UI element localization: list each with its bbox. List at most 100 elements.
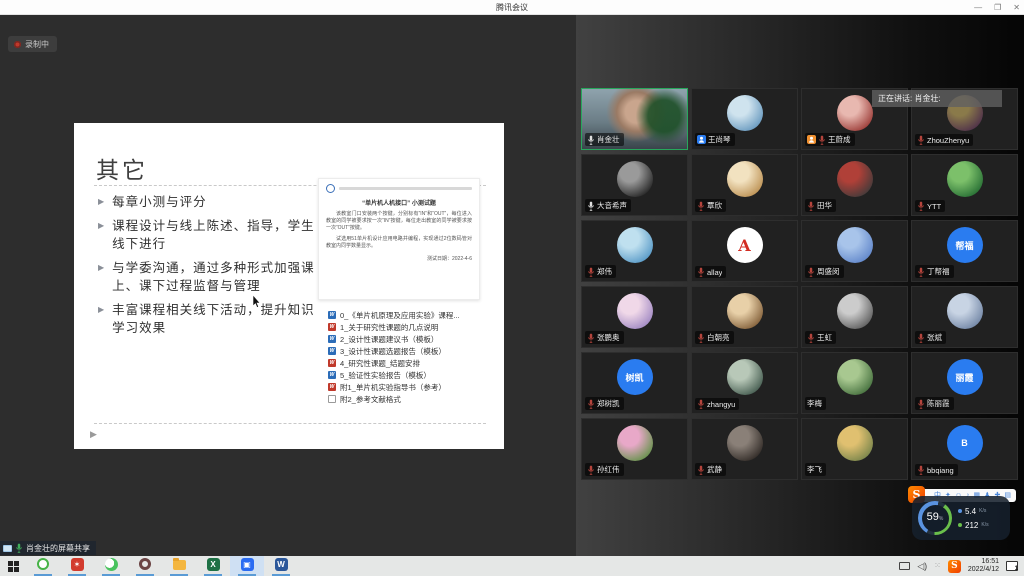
participant-tile[interactable]: 白朝亮 [691,286,798,348]
participant-tile[interactable]: 覃欣 [691,154,798,216]
participant-name: 周盛闵 [817,266,840,277]
play-triangle-icon: ▶ [90,429,97,440]
screen-share-status-bar[interactable]: 肖金壮的屏幕共享 [0,541,96,555]
bullet-triangle-icon: ▶ [98,259,105,295]
monitor-icon [3,545,12,552]
share-label-text: 肖金壮的屏幕共享 [26,543,90,554]
participant-tile[interactable]: Bbbqiang [911,418,1018,480]
tray-sogou-icon[interactable]: S [948,560,961,573]
browser-360-icon [37,558,49,570]
participant-tile[interactable]: 田华 [801,154,908,216]
avatar [837,359,873,395]
avatar [617,161,653,197]
meeting-body: 录制中 其它 ▶每章小测与评分▶课程设计与线上陈述、指导，学生线下进行▶与学委沟… [0,15,1024,556]
participant-name-bar: 李飞 [805,463,826,476]
participant-name: 李梅 [807,398,822,409]
participant-tile[interactable]: 帮福丁帮福 [911,220,1018,282]
participant-tile[interactable]: 张斌 [911,286,1018,348]
bullet-triangle-icon: ▶ [98,301,105,337]
participants-pane: 肖金壮 王尚琴 王蔚成 ZhouZhenyu 大音希声覃欣田华 YTT 郑伟Aallay 周盛… [576,15,1024,556]
avatar [837,227,873,263]
participant-name-bar: ZhouZhenyu [915,134,973,146]
browser-360-taskbar-button[interactable] [26,556,60,576]
avatar [727,293,763,329]
mic-icon [587,135,595,145]
upload-speed-row: 5.4 K/s [958,504,989,518]
participant-name-bar: 白朝亮 [695,331,734,344]
participant-name-bar: 陈丽霞 [915,397,954,410]
tray-speaker-icon[interactable]: ◁) [917,556,927,576]
participant-name-bar: 武静 [695,463,726,476]
participant-name: 张鹏奥 [597,332,620,343]
avatar: A [727,227,763,263]
windows-taskbar: ✶ X▣ W ◁) ⁙ S 16:51 2022/4/12 1 [0,556,1024,576]
start-button[interactable] [0,556,26,576]
mic-icon [818,135,826,145]
participant-name-bar: 郑树凯 [585,397,624,410]
participant-name: 王尚琴 [708,134,731,145]
minimize-button[interactable]: — [974,0,982,15]
participant-tile[interactable]: zhangyu [691,352,798,414]
excel-taskbar-button[interactable]: X [196,556,230,576]
notification-icon[interactable]: 1 [1006,561,1018,571]
tencent-meeting-taskbar-button[interactable]: ▣ [230,556,264,576]
participant-name: 田华 [817,200,832,211]
tray-monitor-icon[interactable] [899,562,910,570]
bullet-text: 每章小测与评分 [112,193,207,211]
download-speed-unit: K/s [981,522,988,528]
file-list-item: W5_验证性实验报告（模板） [328,369,504,381]
participant-tile[interactable]: 丽霞陈丽霞 [911,352,1018,414]
mic-icon [917,399,925,409]
tray-network-icon[interactable]: ⁙ [934,556,941,576]
network-speed-gauge[interactable]: 59 % 5.4 K/s 212 K/s [912,496,1010,540]
file-list-item: W0_《单片机原理及应用实验》课程... [328,309,504,321]
participant-tile[interactable]: 李飞 [801,418,908,480]
mic-icon [15,543,23,553]
slide-bullet: ▶与学委沟通，通过多种形式加强课上、课下过程监督与管理 [98,259,318,295]
wechat-taskbar-button[interactable] [94,556,128,576]
participant-tile[interactable]: 孙红伟 [581,418,688,480]
participant-name: 肖金壮 [597,134,620,145]
mic-icon [587,333,595,343]
word-icon: W [275,558,288,571]
mic-icon [917,465,925,475]
participant-tile[interactable]: 王虹 [801,286,908,348]
word-blue-icon: W [328,311,336,319]
mic-icon [587,399,595,409]
participant-tile[interactable]: 肖金壮 [581,88,688,150]
slide-footer-divider [94,423,486,424]
maximize-button[interactable]: ❐ [994,0,1001,15]
dark-app-taskbar-button[interactable] [128,556,162,576]
participant-tile[interactable]: 周盛闵 [801,220,908,282]
participant-tile[interactable]: Aallay [691,220,798,282]
avatar [617,227,653,263]
file-label: 附1_单片机实验指导书（参考） [340,382,446,393]
participant-tile[interactable]: YTT [911,154,1018,216]
mic-icon [587,201,595,211]
word-taskbar-button[interactable]: W [264,556,298,576]
mic-icon [697,399,705,409]
file-list-item: W1_关于研究性课题的几点说明 [328,321,504,333]
participant-tile[interactable]: 树凯郑树凯 [581,352,688,414]
participant-tile[interactable]: 王尚琴 [691,88,798,150]
avatar [837,95,873,131]
participant-name: 王蔚成 [828,134,851,145]
recording-label: 录制中 [25,39,49,50]
close-button[interactable]: ✕ [1013,0,1020,15]
participant-name: 王虹 [817,332,832,343]
participant-name: 李飞 [807,464,822,475]
participant-tile[interactable]: 武静 [691,418,798,480]
recording-indicator[interactable]: 录制中 [8,36,57,52]
file-label: 1_关于研究性课题的几点说明 [340,322,438,333]
participant-tile[interactable]: 郑伟 [581,220,688,282]
file-explorer-taskbar-button[interactable] [162,556,196,576]
taskbar-clock[interactable]: 16:51 2022/4/12 [968,558,999,574]
avatar [617,425,653,461]
file-label: 附2_参考文献格式 [340,394,401,405]
clock-time: 16:51 [981,558,999,566]
red-app-taskbar-button[interactable]: ✶ [60,556,94,576]
participant-tile[interactable]: 张鹏奥 [581,286,688,348]
participant-tile[interactable]: 李梅 [801,352,908,414]
participant-name: 郑树凯 [597,398,620,409]
participant-tile[interactable]: 大音希声 [581,154,688,216]
